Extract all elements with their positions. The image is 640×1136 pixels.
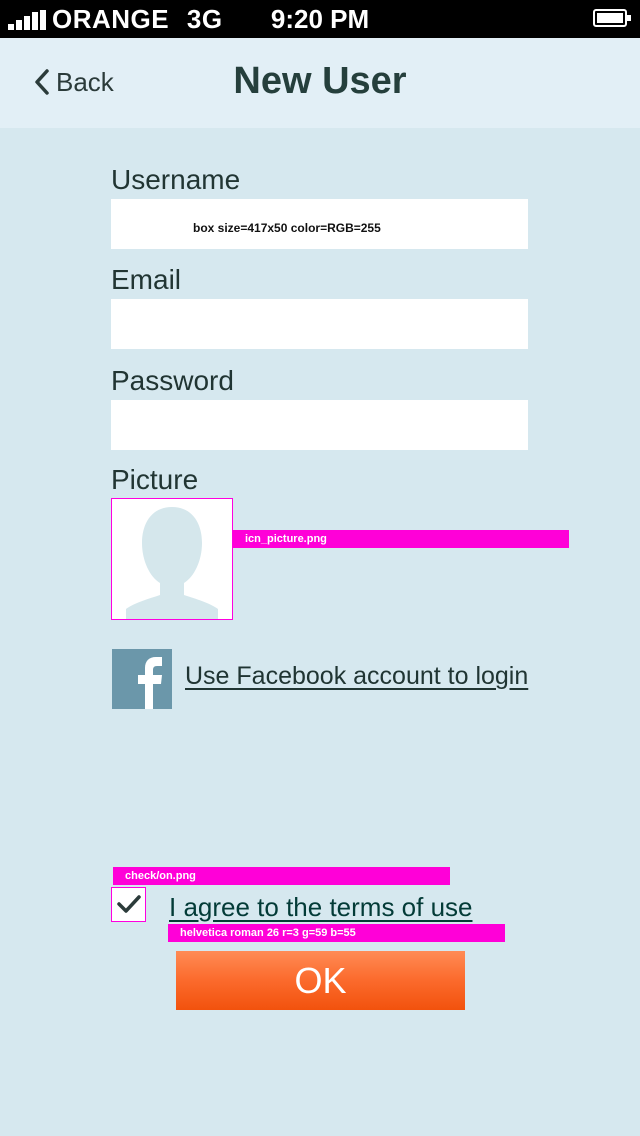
status-bar: ORANGE 3G 9:20 PM: [0, 0, 640, 38]
terms-link[interactable]: I agree to the terms of use: [169, 892, 473, 923]
status-time: 9:20 PM: [270, 4, 370, 34]
picture-annotation: icn_picture.png: [233, 530, 569, 548]
facebook-login-link[interactable]: Use Facebook account to login: [185, 662, 528, 691]
email-label: Email: [111, 264, 182, 295]
picture-label: Picture: [111, 464, 199, 495]
username-label: Username: [111, 164, 241, 195]
ok-button[interactable]: OK: [176, 951, 465, 1010]
checkmark-icon: [117, 895, 141, 913]
email-input[interactable]: [111, 299, 528, 349]
terms-checkbox[interactable]: [111, 887, 146, 922]
password-label: Password: [111, 365, 234, 396]
picture-picker[interactable]: [111, 498, 233, 620]
check-annotation: check/on.png: [113, 867, 450, 885]
avatar-placeholder-icon: [126, 507, 218, 619]
facebook-icon[interactable]: [112, 649, 172, 709]
page-title: New User: [233, 60, 407, 102]
battery-icon: [593, 9, 631, 27]
password-input[interactable]: [111, 400, 528, 450]
username-input[interactable]: [111, 199, 528, 249]
font-annotation: helvetica roman 26 r=3 g=59 b=55: [168, 924, 505, 942]
navigation-bar: Back New User: [0, 38, 640, 128]
